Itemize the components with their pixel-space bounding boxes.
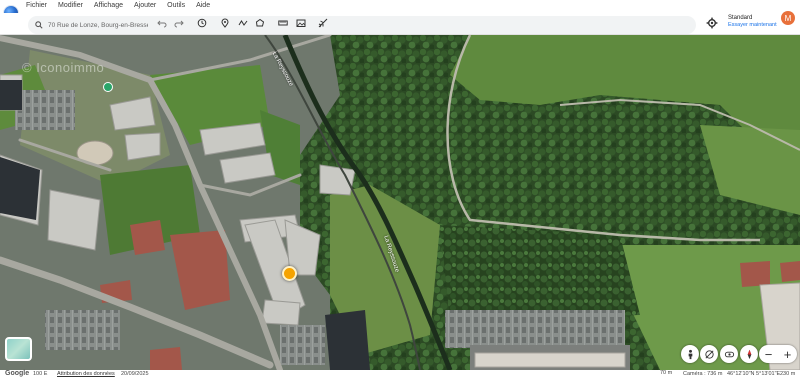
menu-modifier[interactable]: Modifier bbox=[58, 2, 83, 9]
map-view[interactable]: La Reyssouze La Reyssouze © Iconoimmo − … bbox=[0, 35, 800, 370]
gear-icon[interactable] bbox=[706, 17, 718, 29]
zoom-control[interactable]: − + bbox=[759, 345, 797, 363]
imagery-date: 20/09/2025 bbox=[121, 371, 149, 377]
flight-icon[interactable] bbox=[316, 16, 330, 30]
imagery-year: 100 E bbox=[33, 371, 48, 377]
coordinates: 46°12'10"N 5°13'01"E bbox=[727, 371, 781, 377]
menu-fichier[interactable]: Fichier bbox=[26, 2, 47, 9]
scale-label: 70 m bbox=[660, 370, 673, 376]
view-toggle-icon[interactable] bbox=[720, 345, 738, 363]
camera-altitude: Caméra : 736 m bbox=[683, 371, 723, 377]
toolbar bbox=[0, 13, 800, 35]
polygon-icon[interactable] bbox=[253, 16, 267, 30]
status-bar: Google 100 E Attribution des données 20/… bbox=[0, 370, 800, 379]
location-marker[interactable] bbox=[282, 266, 297, 281]
watermark: © Iconoimmo bbox=[22, 60, 105, 75]
compass-icon[interactable] bbox=[740, 345, 758, 363]
ruler-icon[interactable] bbox=[276, 16, 290, 30]
street-view-icon[interactable] bbox=[681, 345, 699, 363]
poi-marker[interactable] bbox=[103, 82, 113, 92]
attribution-link[interactable]: Attribution des données bbox=[57, 371, 115, 377]
avatar[interactable]: M bbox=[781, 11, 795, 25]
map-layers-button[interactable] bbox=[5, 337, 32, 361]
satellite-imagery bbox=[0, 35, 800, 370]
path-icon[interactable] bbox=[236, 16, 250, 30]
search-icon[interactable] bbox=[32, 18, 46, 32]
undo-icon[interactable] bbox=[155, 16, 169, 30]
menu-ajouter[interactable]: Ajouter bbox=[134, 2, 156, 9]
hide-3d-icon[interactable] bbox=[700, 345, 718, 363]
ground-altitude: 230 m bbox=[780, 371, 796, 377]
style-label: Standard bbox=[728, 15, 753, 21]
account-promo[interactable]: Standard Essayer maintenant bbox=[728, 15, 777, 29]
zoom-out-button[interactable]: − bbox=[765, 347, 773, 362]
menu-outils[interactable]: Outils bbox=[167, 2, 185, 9]
redo-icon[interactable] bbox=[172, 16, 186, 30]
menu-items: Fichier Modifier Affichage Ajouter Outil… bbox=[26, 2, 221, 9]
google-brand: Google bbox=[5, 370, 30, 377]
history-icon[interactable] bbox=[195, 16, 209, 30]
place-mark-icon[interactable] bbox=[218, 16, 232, 30]
menu-aide[interactable]: Aide bbox=[196, 2, 210, 9]
search-bar[interactable] bbox=[28, 16, 696, 34]
image-overlay-icon[interactable] bbox=[294, 16, 308, 30]
try-now-link[interactable]: Essayer maintenant bbox=[728, 22, 777, 29]
menu-affichage[interactable]: Affichage bbox=[94, 2, 123, 9]
search-input[interactable] bbox=[48, 21, 148, 29]
zoom-in-button[interactable]: + bbox=[784, 347, 792, 362]
menu-bar: Fichier Modifier Affichage Ajouter Outil… bbox=[0, 0, 800, 20]
